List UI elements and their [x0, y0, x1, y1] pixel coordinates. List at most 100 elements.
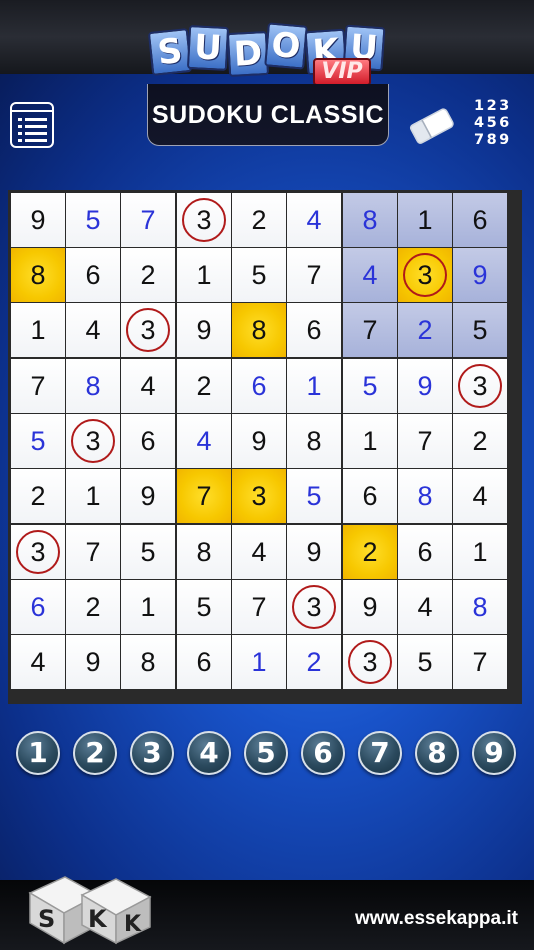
cell-r4c2[interactable]: 8: [66, 359, 120, 413]
number-button-3[interactable]: 3: [130, 731, 174, 775]
cell-r1c1[interactable]: 9: [11, 193, 65, 247]
cell-r7c3[interactable]: 5: [121, 525, 175, 579]
cell-r5c1[interactable]: 5: [11, 414, 65, 468]
cell-r8c8[interactable]: 4: [398, 580, 452, 634]
cell-r7c6[interactable]: 9: [287, 525, 341, 579]
cell-r4c3[interactable]: 4: [121, 359, 175, 413]
cell-r5c4[interactable]: 4: [177, 414, 231, 468]
cell-r9c4[interactable]: 6: [177, 635, 231, 689]
cell-r2c8[interactable]: 3: [398, 248, 452, 302]
cell-r9c7[interactable]: 3: [343, 635, 397, 689]
cell-r2c2[interactable]: 6: [66, 248, 120, 302]
cell-r5c9[interactable]: 2: [453, 414, 507, 468]
cell-r1c6[interactable]: 4: [287, 193, 341, 247]
cell-r8c9[interactable]: 8: [453, 580, 507, 634]
cell-r6c1[interactable]: 2: [11, 469, 65, 523]
cell-digit: 4: [472, 480, 488, 511]
cell-r3c6[interactable]: 6: [287, 303, 341, 357]
cell-r9c5[interactable]: 1: [232, 635, 286, 689]
cell-digit: 7: [472, 646, 488, 677]
number-hint-button[interactable]: 123 456 789: [474, 98, 524, 149]
cell-r5c3[interactable]: 6: [121, 414, 175, 468]
cell-r6c2[interactable]: 1: [66, 469, 120, 523]
cell-r1c3[interactable]: 7: [121, 193, 175, 247]
cell-r6c7[interactable]: 6: [343, 469, 397, 523]
cell-digit: 6: [140, 425, 156, 456]
cell-r6c5[interactable]: 3: [232, 469, 286, 523]
eraser-icon[interactable]: [406, 104, 458, 148]
cell-r7c8[interactable]: 6: [398, 525, 452, 579]
cell-r4c6[interactable]: 1: [287, 359, 341, 413]
cell-r2c1[interactable]: 8: [11, 248, 65, 302]
cell-r2c6[interactable]: 7: [287, 248, 341, 302]
cell-r1c8[interactable]: 1: [398, 193, 452, 247]
cell-r7c1[interactable]: 3: [11, 525, 65, 579]
cell-r9c8[interactable]: 5: [398, 635, 452, 689]
cell-r9c1[interactable]: 4: [11, 635, 65, 689]
cell-r8c5[interactable]: 7: [232, 580, 286, 634]
number-button-4[interactable]: 4: [187, 731, 231, 775]
cell-r9c3[interactable]: 8: [121, 635, 175, 689]
cell-r6c8[interactable]: 8: [398, 469, 452, 523]
cell-r8c2[interactable]: 2: [66, 580, 120, 634]
cell-digit: 5: [85, 204, 101, 235]
cell-r3c7[interactable]: 7: [343, 303, 397, 357]
cell-r3c2[interactable]: 4: [66, 303, 120, 357]
cell-r4c5[interactable]: 6: [232, 359, 286, 413]
number-button-5[interactable]: 5: [244, 731, 288, 775]
cell-r8c4[interactable]: 5: [177, 580, 231, 634]
number-button-6[interactable]: 6: [301, 731, 345, 775]
cell-r9c9[interactable]: 7: [453, 635, 507, 689]
cell-r9c2[interactable]: 9: [66, 635, 120, 689]
cell-r7c9[interactable]: 1: [453, 525, 507, 579]
number-button-9[interactable]: 9: [472, 731, 516, 775]
cell-r1c5[interactable]: 2: [232, 193, 286, 247]
number-button-8[interactable]: 8: [415, 731, 459, 775]
cell-r3c8[interactable]: 2: [398, 303, 452, 357]
cell-r6c6[interactable]: 5: [287, 469, 341, 523]
cell-r1c7[interactable]: 8: [343, 193, 397, 247]
cell-r6c9[interactable]: 4: [453, 469, 507, 523]
cell-r7c5[interactable]: 4: [232, 525, 286, 579]
cell-r6c3[interactable]: 9: [121, 469, 175, 523]
cell-r1c2[interactable]: 5: [66, 193, 120, 247]
cell-r1c9[interactable]: 6: [453, 193, 507, 247]
cell-r7c7[interactable]: 2: [343, 525, 397, 579]
cell-r5c6[interactable]: 8: [287, 414, 341, 468]
cell-r4c9[interactable]: 3: [453, 359, 507, 413]
cell-r5c8[interactable]: 7: [398, 414, 452, 468]
cell-r3c3[interactable]: 3: [121, 303, 175, 357]
cell-r4c1[interactable]: 7: [11, 359, 65, 413]
cell-r7c2[interactable]: 7: [66, 525, 120, 579]
cell-r5c2[interactable]: 3: [66, 414, 120, 468]
cell-r7c4[interactable]: 8: [177, 525, 231, 579]
cell-r4c4[interactable]: 2: [177, 359, 231, 413]
cell-r8c1[interactable]: 6: [11, 580, 65, 634]
cell-r9c6[interactable]: 2: [287, 635, 341, 689]
cell-r4c7[interactable]: 5: [343, 359, 397, 413]
cell-r8c7[interactable]: 9: [343, 580, 397, 634]
cell-r2c4[interactable]: 1: [177, 248, 231, 302]
cell-r2c3[interactable]: 2: [121, 248, 175, 302]
cell-r1c4[interactable]: 3: [177, 193, 231, 247]
number-button-1[interactable]: 1: [16, 731, 60, 775]
cell-r4c8[interactable]: 9: [398, 359, 452, 413]
cell-r8c6[interactable]: 3: [287, 580, 341, 634]
cell-r3c4[interactable]: 9: [177, 303, 231, 357]
website-link[interactable]: www.essekappa.it: [355, 908, 518, 930]
number-button-2[interactable]: 2: [73, 731, 117, 775]
cell-digit: 1: [417, 204, 433, 235]
cell-r6c4[interactable]: 7: [177, 469, 231, 523]
cell-r2c5[interactable]: 5: [232, 248, 286, 302]
cell-r3c5[interactable]: 8: [232, 303, 286, 357]
cell-r3c1[interactable]: 1: [11, 303, 65, 357]
cell-r2c7[interactable]: 4: [343, 248, 397, 302]
cell-r5c5[interactable]: 9: [232, 414, 286, 468]
menu-button[interactable]: [10, 102, 54, 148]
cell-r5c7[interactable]: 1: [343, 414, 397, 468]
cell-r8c3[interactable]: 1: [121, 580, 175, 634]
cell-r3c9[interactable]: 5: [453, 303, 507, 357]
number-button-7[interactable]: 7: [358, 731, 402, 775]
cell-digit: 9: [251, 425, 267, 456]
cell-r2c9[interactable]: 9: [453, 248, 507, 302]
